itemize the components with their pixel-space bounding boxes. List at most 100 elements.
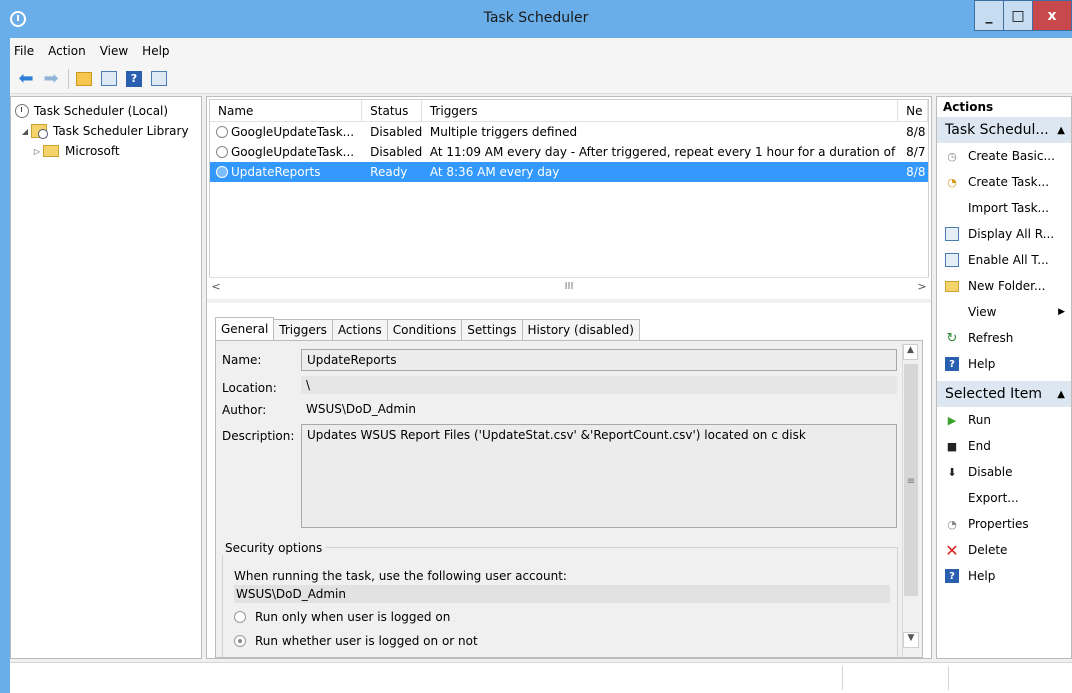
radio-run-only-logged-on[interactable]: Run only when user is logged on <box>234 610 450 624</box>
general-tab-panel: Name: UpdateReports Location: \ Author: … <box>215 340 923 658</box>
collapse-arrow-icon[interactable]: ◢ <box>19 127 31 136</box>
section-selected-item[interactable]: Selected Item ▲ <box>937 381 1071 407</box>
horizontal-scrollbar[interactable]: < III > <box>209 277 929 295</box>
tab-history[interactable]: History (disabled) <box>521 319 640 340</box>
tab-general[interactable]: General <box>215 317 275 340</box>
column-header-triggers[interactable]: Triggers <box>422 100 899 121</box>
status-divider <box>842 666 843 690</box>
name-label: Name: <box>222 353 262 367</box>
tab-settings[interactable]: Settings <box>461 319 523 340</box>
task-clock-icon <box>216 146 228 158</box>
show-hide-action-pane-button[interactable] <box>149 69 169 89</box>
task-next-run: 8/8 <box>906 165 926 179</box>
scroll-up-icon[interactable]: ▲ <box>903 344 918 360</box>
name-field[interactable]: UpdateReports <box>301 349 897 371</box>
scroll-left-icon[interactable]: < <box>209 280 223 293</box>
action-label: Import Task... <box>968 201 1049 215</box>
section-title: Selected Item <box>945 386 1043 402</box>
menu-view[interactable]: View <box>100 44 128 58</box>
actions-pane: Actions Task Schedul... ▲ ◷ Create Basic.… <box>936 96 1072 659</box>
action-refresh[interactable]: ↻ Refresh <box>937 325 1071 351</box>
action-new-folder[interactable]: New Folder... <box>937 273 1071 299</box>
status-divider <box>948 666 949 690</box>
help-button[interactable]: ? <box>124 69 144 89</box>
properties-icon: ◔ <box>947 517 957 531</box>
create-basic-task-icon: ◷ <box>947 149 957 163</box>
action-create-task[interactable]: ◔ Create Task... <box>937 169 1071 195</box>
action-help[interactable]: ? Help <box>937 351 1071 377</box>
action-help-selected[interactable]: ? Help <box>937 563 1071 589</box>
tab-conditions[interactable]: Conditions <box>386 319 463 340</box>
action-label: Disable <box>968 465 1013 479</box>
tree-item-task-scheduler-local[interactable]: Task Scheduler (Local) <box>15 101 197 121</box>
action-import-task[interactable]: Import Task... <box>937 195 1071 221</box>
vertical-scrollbar[interactable]: ▲ ≡ ▼ <box>902 344 919 657</box>
action-properties[interactable]: ◔ Properties <box>937 511 1071 537</box>
scroll-right-icon[interactable]: > <box>915 280 929 293</box>
column-header-status[interactable]: Status <box>362 100 422 121</box>
action-end[interactable]: ■ End <box>937 433 1071 459</box>
scroll-down-icon[interactable]: ▼ <box>903 632 919 648</box>
collapse-caret-icon[interactable]: ▲ <box>1057 389 1065 400</box>
tab-triggers[interactable]: Triggers <box>273 319 333 340</box>
show-hide-console-tree-button[interactable] <box>99 69 119 89</box>
task-clock-icon <box>216 166 228 178</box>
up-folder-button[interactable] <box>74 69 94 89</box>
pane-splitter[interactable] <box>207 299 931 303</box>
maximize-button[interactable]: □ <box>1003 0 1033 31</box>
forward-arrow-icon[interactable]: ➡ <box>41 69 61 89</box>
scroll-thumb[interactable]: III <box>223 281 915 292</box>
help-icon: ? <box>126 70 142 87</box>
tab-actions[interactable]: Actions <box>331 319 388 340</box>
section-task-scheduler[interactable]: Task Schedul... ▲ <box>937 117 1071 143</box>
action-create-basic-task[interactable]: ◷ Create Basic... <box>937 143 1071 169</box>
radio-run-whether-logged-on[interactable]: Run whether user is logged on or not <box>234 634 478 648</box>
description-field[interactable]: Updates WSUS Report Files ('UpdateStat.c… <box>301 424 897 528</box>
tree-item-microsoft[interactable]: ▷ Microsoft <box>15 141 197 161</box>
action-label: Help <box>968 569 996 583</box>
minimize-button[interactable]: _ <box>974 0 1004 31</box>
collapse-caret-icon[interactable]: ▲ <box>1057 125 1065 136</box>
action-label: Help <box>968 357 996 371</box>
clock-icon <box>15 104 29 118</box>
menu-help[interactable]: Help <box>142 44 169 58</box>
run-icon: ▶ <box>947 413 957 427</box>
export-icon <box>945 491 959 505</box>
action-run[interactable]: ▶ Run <box>937 407 1071 433</box>
tree-item-label: Task Scheduler Library <box>53 124 189 138</box>
section-title: Task Schedul... <box>945 122 1049 138</box>
back-arrow-icon[interactable]: ⬅ <box>16 69 36 89</box>
action-disable[interactable]: ⬇ Disable <box>937 459 1071 485</box>
menu-file[interactable]: File <box>14 44 34 58</box>
table-row[interactable]: GoogleUpdateTask... Disabled At 11:09 AM… <box>210 142 928 162</box>
user-account-field[interactable]: WSUS\DoD_Admin <box>234 585 890 603</box>
menu-action[interactable]: Action <box>48 44 86 58</box>
window-title: Task Scheduler <box>483 10 589 26</box>
location-field[interactable]: \ <box>301 376 897 394</box>
task-clock-icon <box>216 126 228 138</box>
action-label: Properties <box>968 517 1029 531</box>
table-row-selected[interactable]: UpdateReports Ready At 8:36 AM every day… <box>210 162 928 182</box>
folder-icon <box>43 145 59 157</box>
column-header-name[interactable]: Name <box>210 100 363 121</box>
action-view[interactable]: View ▶ <box>937 299 1071 325</box>
tree-item-task-scheduler-library[interactable]: ◢ Task Scheduler Library <box>15 121 197 141</box>
new-folder-icon <box>945 280 959 292</box>
action-label: Create Task... <box>968 175 1050 189</box>
disable-icon: ⬇ <box>947 465 957 479</box>
submenu-arrow-icon: ▶ <box>1058 307 1065 317</box>
author-field[interactable]: WSUS\DoD_Admin <box>301 400 897 418</box>
task-list-header: Name Status Triggers Ne <box>210 100 928 122</box>
scroll-thumb[interactable]: ≡ <box>904 364 918 596</box>
task-next-run: 8/8 <box>906 125 926 139</box>
action-enable-all-history[interactable]: Enable All T... <box>937 247 1071 273</box>
action-display-all-running[interactable]: Display All R... <box>937 221 1071 247</box>
close-button[interactable]: x <box>1032 0 1072 31</box>
column-header-next-run[interactable]: Ne <box>898 100 928 121</box>
action-export[interactable]: Export... <box>937 485 1071 511</box>
expand-arrow-icon[interactable]: ▷ <box>31 147 43 156</box>
table-row[interactable]: GoogleUpdateTask... Disabled Multiple tr… <box>210 122 928 142</box>
action-delete[interactable]: ✕ Delete <box>937 537 1071 563</box>
task-name: GoogleUpdateTask... <box>231 145 355 159</box>
author-label: Author: <box>222 403 267 417</box>
